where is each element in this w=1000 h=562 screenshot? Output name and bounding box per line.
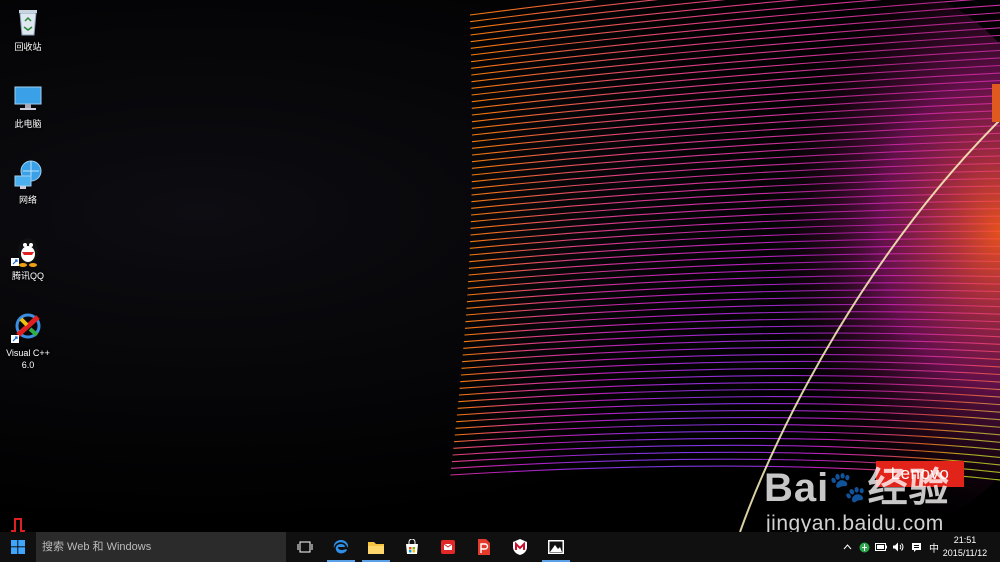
system-tray: 中 21:51 2015/11/12 xyxy=(830,532,1000,562)
baidu-watermark-text: Bai xyxy=(764,466,830,510)
desktop-icon-label: 网络 xyxy=(18,195,37,205)
chevron-up-icon xyxy=(843,544,851,550)
windows-logo-icon xyxy=(11,540,25,554)
mcafee-shield-icon xyxy=(513,539,527,555)
edge-icon xyxy=(333,540,349,554)
baidu-watermark: Bai🐾经验 xyxy=(764,455,950,513)
baidu-paw-icon: 🐾 xyxy=(829,471,868,504)
battery-button[interactable] xyxy=(874,532,888,562)
wps-icon xyxy=(478,539,490,555)
task-view-button[interactable] xyxy=(288,532,322,562)
desktop-icon-this-pc[interactable]: 此电脑 xyxy=(0,82,56,130)
desktop-icon-qq[interactable]: 腾讯QQ xyxy=(0,234,56,282)
clock-date: 2015/11/12 xyxy=(942,548,988,558)
green-globe-icon xyxy=(859,542,869,552)
edge-button[interactable] xyxy=(324,532,358,562)
photos-button[interactable] xyxy=(539,532,573,562)
desktop-icon-label: 回收站 xyxy=(14,42,42,52)
recycle-bin-icon xyxy=(11,5,45,39)
folder-icon xyxy=(368,542,384,554)
clock-button[interactable]: 21:51 2015/11/12 xyxy=(936,534,994,560)
volume-button[interactable] xyxy=(891,532,905,562)
battery-icon xyxy=(875,543,887,551)
file-explorer-button[interactable] xyxy=(359,532,393,562)
speaker-icon xyxy=(893,542,904,552)
search-input[interactable]: 搜索 Web 和 Windows xyxy=(36,532,286,562)
desktop: 回收站 此电脑 网络 腾讯QQ Visual C++ 6.0 Lenovo Ba… xyxy=(0,0,1000,532)
right-edge-tab xyxy=(992,84,1000,122)
mcafee-button[interactable] xyxy=(503,532,537,562)
desktop-icon-network[interactable]: 网络 xyxy=(0,158,56,206)
action-center-button[interactable] xyxy=(909,532,923,562)
feather-wallpaper xyxy=(450,0,1000,532)
task-view-icon xyxy=(297,541,313,553)
tray-app-button[interactable] xyxy=(857,532,871,562)
computer-icon xyxy=(11,82,45,116)
wps-button[interactable] xyxy=(467,532,501,562)
start-button[interactable] xyxy=(0,532,36,562)
desktop-icon-recycle-bin[interactable]: 回收站 xyxy=(0,5,56,53)
desktop-icon-label: 腾讯QQ xyxy=(11,271,44,281)
network-icon xyxy=(11,158,45,192)
qq-penguin-icon xyxy=(11,234,45,268)
store-icon xyxy=(406,539,418,554)
visual-cpp-icon xyxy=(11,311,45,345)
desktop-icon-label: Visual C++ 6.0 xyxy=(6,348,50,370)
clock-time: 21:51 xyxy=(953,535,977,545)
desktop-icon-visual-cpp[interactable]: Visual C++ 6.0 xyxy=(0,311,56,371)
baidu-watermark-url: jingyan.baidu.com xyxy=(766,512,944,532)
show-hidden-icons-button[interactable] xyxy=(840,532,854,562)
taskbar: 搜索 Web 和 Windows 中 21:51 2015/11/12 xyxy=(0,532,1000,562)
photos-icon xyxy=(548,540,564,554)
desktop-icon-label: 此电脑 xyxy=(14,119,42,129)
message-icon xyxy=(911,542,921,552)
store-button[interactable] xyxy=(395,532,429,562)
baidu-watermark-cn: 经验 xyxy=(867,466,950,510)
red-app-icon xyxy=(441,540,455,554)
red-app-button[interactable] xyxy=(431,532,465,562)
